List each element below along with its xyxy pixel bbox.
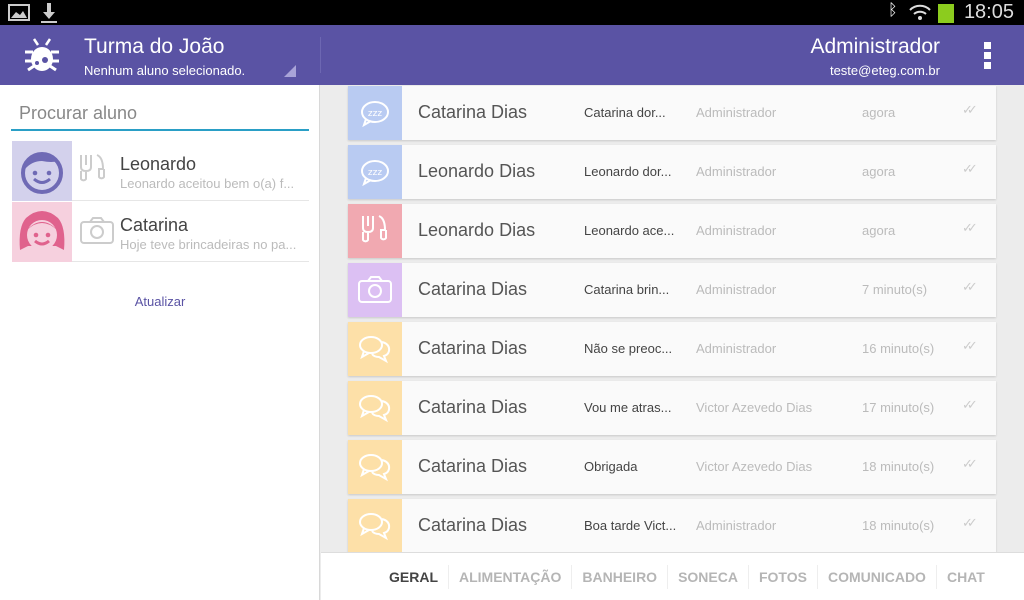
feed-time: agora: [862, 164, 896, 179]
sleep-icon: zzz: [348, 86, 402, 140]
feed-item[interactable]: Leonardo Dias Leonardo ace... Administra…: [348, 204, 996, 258]
student-last-message: Leonardo aceitou bem o(a) f...: [120, 176, 295, 191]
feed-author: Administrador: [696, 282, 777, 297]
feed-message: Leonardo ace...: [584, 223, 675, 238]
food-icon: [348, 204, 402, 258]
divider: [320, 37, 321, 73]
feed-time: 16 minuto(s): [862, 341, 935, 356]
feed-student-name: Catarina Dias: [418, 456, 528, 476]
feed-author: Administrador: [696, 164, 777, 179]
chat-icon: [348, 322, 402, 376]
student-name: Catarina: [120, 215, 189, 235]
clock: 18:05: [963, 1, 1014, 23]
dropdown-indicator-icon[interactable]: [284, 65, 296, 77]
boy-avatar-icon: [12, 141, 72, 201]
feed-author: Administrador: [696, 341, 777, 356]
feed-author: Administrador: [696, 223, 777, 238]
refresh-button[interactable]: Atualizar: [0, 294, 320, 309]
read-check-icon: ✓✓: [962, 456, 978, 471]
feed-item[interactable]: zzz Leonardo Dias Leonardo dor... Admini…: [348, 145, 996, 199]
read-check-icon: ✓✓: [962, 279, 978, 294]
feed-student-name: Catarina Dias: [418, 515, 528, 535]
tab-soneca[interactable]: SONECA: [668, 564, 749, 589]
category-tabs: GERAL ALIMENTAÇÃO BANHEIRO SONECA FOTOS COMUN…: [321, 552, 1024, 600]
feed-student-name: Leonardo Dias: [418, 161, 536, 181]
tab-banheiro[interactable]: BANHEIRO: [572, 564, 669, 589]
feed-time: 17 minuto(s): [862, 400, 935, 415]
girl-avatar-icon: [12, 202, 72, 262]
tab-chat[interactable]: CHAT: [937, 565, 995, 589]
feed-student-name: Catarina Dias: [418, 102, 528, 122]
feed-author: Administrador: [696, 105, 777, 120]
chat-icon: [348, 440, 402, 494]
feed-student-name: Catarina Dias: [418, 397, 528, 417]
feed-item[interactable]: Catarina Dias Vou me atras... Victor Aze…: [348, 381, 996, 435]
tab-geral[interactable]: GERAL: [379, 564, 449, 589]
app-header: Turma do João Nenhum aluno selecionado. …: [0, 25, 1024, 85]
student-item-leonardo[interactable]: Leonardo Leonardo aceitou bem o(a) f...: [12, 141, 309, 201]
image-icon: [8, 4, 30, 21]
chat-icon: [348, 381, 402, 435]
tab-fotos[interactable]: FOTOS: [749, 564, 818, 589]
read-check-icon: ✓✓: [962, 220, 978, 235]
student-sidebar: Procurar aluno Leonardo Leonardo aceitou…: [0, 85, 320, 600]
user-name: Administrador: [810, 35, 940, 58]
read-check-icon: ✓✓: [962, 102, 978, 117]
user-email: teste@eteg.com.br: [829, 63, 940, 78]
read-check-icon: ✓✓: [962, 397, 978, 412]
wifi-icon: [909, 4, 931, 20]
feed-item[interactable]: zzz Catarina Dias Catarina dor... Admini…: [348, 86, 996, 140]
student-item-catarina[interactable]: Catarina Hoje teve brincadeiras no pa...: [12, 202, 309, 262]
feed-message: Boa tarde Vict...: [584, 518, 677, 533]
tab-alimentação[interactable]: ALIMENTAÇÃO: [449, 564, 573, 589]
feed-item[interactable]: Catarina Dias Catarina brin... Administr…: [348, 263, 996, 317]
read-check-icon: ✓✓: [962, 338, 978, 353]
feed-time: agora: [862, 105, 896, 120]
feed-author: Victor Azevedo Dias: [696, 459, 813, 474]
student-name: Leonardo: [120, 154, 197, 174]
sleep-icon: zzz: [348, 145, 402, 199]
svg-text:zzz: zzz: [368, 168, 382, 178]
feed-time: 18 minuto(s): [862, 459, 935, 474]
feed-student-name: Leonardo Dias: [418, 220, 536, 240]
feed-time: 18 minuto(s): [862, 518, 935, 533]
chat-icon: [348, 499, 402, 553]
feed-student-name: Catarina Dias: [418, 279, 528, 299]
class-title[interactable]: Turma do João: [84, 35, 224, 59]
feed-message: Leonardo dor...: [584, 164, 672, 179]
feed-author: Victor Azevedo Dias: [696, 400, 813, 415]
camera-icon: [80, 217, 114, 244]
camera-icon: [348, 263, 402, 317]
feed-item[interactable]: Catarina Dias Não se preoc... Administra…: [348, 322, 996, 376]
feed-student-name: Catarina Dias: [418, 338, 528, 358]
battery-icon: [938, 4, 954, 23]
feed-time: 7 minuto(s): [862, 282, 928, 297]
feed-author: Administrador: [696, 518, 777, 533]
search-student-input[interactable]: Procurar aluno: [11, 99, 309, 131]
read-check-icon: ✓✓: [962, 161, 978, 176]
download-icon: [41, 3, 57, 23]
feed-message: Vou me atras...: [584, 400, 672, 415]
feed-message: Não se preoc...: [584, 341, 673, 356]
feed-message: Catarina brin...: [584, 282, 670, 297]
ladybug-logo-icon: [25, 38, 59, 72]
feed-message: Catarina dor...: [584, 105, 666, 120]
overflow-menu-icon[interactable]: [984, 42, 992, 72]
feed-item[interactable]: Catarina Dias Obrigada Victor Azevedo Di…: [348, 440, 996, 494]
read-check-icon: ✓✓: [962, 515, 978, 530]
student-last-message: Hoje teve brincadeiras no pa...: [120, 237, 297, 252]
status-bar: ᛒ 18:05: [0, 0, 1024, 25]
food-icon: [80, 154, 105, 182]
svg-text:zzz: zzz: [368, 109, 382, 119]
feed-item[interactable]: Catarina Dias Boa tarde Vict... Administ…: [348, 499, 996, 553]
feed-message: Obrigada: [584, 459, 638, 474]
selection-status[interactable]: Nenhum aluno selecionado.: [84, 63, 245, 78]
bluetooth-icon: ᛒ: [888, 2, 898, 19]
tab-comunicado[interactable]: COMUNICADO: [818, 564, 937, 589]
feed-time: agora: [862, 223, 896, 238]
